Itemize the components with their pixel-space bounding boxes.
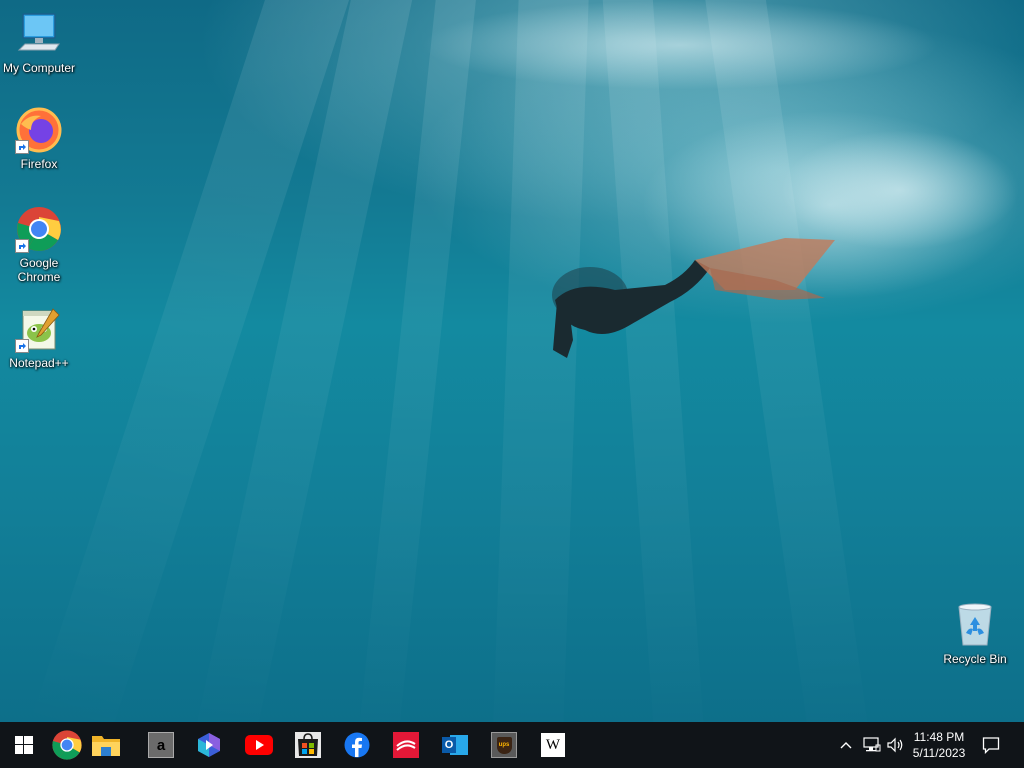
volume-button[interactable] bbox=[884, 722, 906, 768]
bank-of-america-icon bbox=[393, 732, 419, 758]
taskbar-microsoft-store-button[interactable] bbox=[286, 722, 330, 768]
outlook-letter: O bbox=[444, 739, 454, 751]
firefox-icon bbox=[15, 106, 63, 154]
taskbar-facebook-button[interactable] bbox=[335, 722, 379, 768]
taskbar-file-explorer-button[interactable] bbox=[84, 722, 128, 768]
show-hidden-icons-button[interactable] bbox=[836, 722, 856, 768]
chrome-icon bbox=[15, 205, 63, 253]
monitor-icon bbox=[15, 10, 63, 58]
desktop-icon-label: Google Chrome bbox=[17, 256, 61, 284]
windows-start-icon bbox=[15, 736, 33, 754]
notepadpp-icon bbox=[15, 305, 63, 353]
notification-icon bbox=[982, 737, 1000, 754]
desktop-icon-label: Firefox bbox=[20, 157, 58, 171]
ups-icon: ups bbox=[491, 732, 517, 758]
taskbar-wikipedia-button[interactable]: W bbox=[531, 722, 575, 768]
chrome-icon bbox=[52, 730, 82, 760]
shortcut-arrow-icon bbox=[15, 339, 29, 353]
diver-silhouette bbox=[552, 238, 835, 358]
desktop-icon-label: Notepad++ bbox=[9, 356, 69, 370]
file-explorer-icon bbox=[92, 736, 120, 756]
desktop-icon-label: My Computer bbox=[2, 61, 76, 75]
action-center-button[interactable] bbox=[978, 722, 1004, 768]
desktop-icon-notepadpp[interactable]: Notepad++ bbox=[1, 305, 77, 370]
clock-time: 11:48 PM bbox=[913, 730, 965, 744]
taskbar-bing-button[interactable] bbox=[187, 722, 231, 768]
ups-text: ups bbox=[498, 742, 510, 748]
network-icon bbox=[863, 737, 881, 752]
desktop-icon-firefox[interactable]: Firefox bbox=[1, 106, 77, 171]
bing-icon bbox=[198, 733, 220, 757]
amazon-letter: a bbox=[156, 736, 166, 754]
start-button[interactable] bbox=[2, 722, 46, 768]
taskbar: a O ups W 11:48 PM 5/11/2023 bbox=[0, 722, 1024, 768]
desktop-icon-label: Recycle Bin bbox=[943, 652, 1007, 666]
shortcut-arrow-icon bbox=[15, 140, 29, 154]
taskbar-chrome-button[interactable] bbox=[45, 722, 89, 768]
outlook-icon: O bbox=[442, 733, 468, 757]
youtube-icon bbox=[245, 735, 273, 755]
desktop-icon-google-chrome[interactable]: Google Chrome bbox=[1, 205, 77, 284]
taskbar-youtube-button[interactable] bbox=[237, 722, 281, 768]
taskbar-ups-button[interactable]: ups bbox=[482, 722, 526, 768]
desktop-icon-my-computer[interactable]: My Computer bbox=[1, 10, 77, 75]
shortcut-arrow-icon bbox=[15, 239, 29, 253]
microsoft-store-icon bbox=[295, 732, 321, 758]
amazon-icon: a bbox=[148, 732, 174, 758]
chevron-up-icon bbox=[840, 742, 852, 749]
desktop-background[interactable]: My Computer Firefox Google Chrome Notepa… bbox=[0, 0, 1024, 722]
network-status-button[interactable] bbox=[860, 722, 884, 768]
foam bbox=[420, 0, 940, 90]
wikipedia-letter: W bbox=[545, 736, 561, 753]
clock-button[interactable]: 11:48 PM 5/11/2023 bbox=[906, 729, 972, 761]
desktop-icon-recycle-bin[interactable]: Recycle Bin bbox=[937, 601, 1013, 666]
wikipedia-icon: W bbox=[541, 733, 565, 757]
taskbar-outlook-button[interactable]: O bbox=[433, 722, 477, 768]
taskbar-bank-of-america-button[interactable] bbox=[384, 722, 428, 768]
clock-date: 5/11/2023 bbox=[912, 746, 966, 760]
recycle-bin-icon bbox=[951, 601, 999, 649]
facebook-icon bbox=[344, 732, 370, 758]
speaker-icon bbox=[887, 737, 903, 753]
taskbar-amazon-button[interactable]: a bbox=[139, 722, 183, 768]
